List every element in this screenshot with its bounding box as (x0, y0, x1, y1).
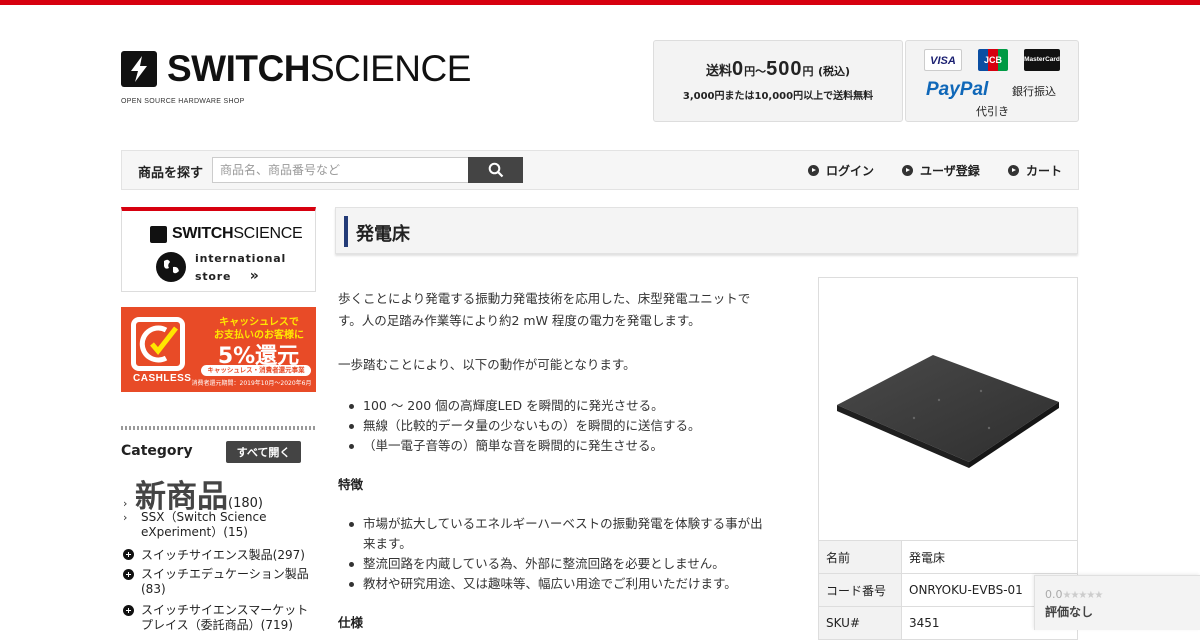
arrow-bullet-icon (1008, 165, 1019, 176)
cashless-campaign-banner[interactable]: CASHLESS キャッシュレスで お支払いのお客様に 5%還元 キャッシュレス… (121, 307, 316, 392)
site-logo[interactable]: SWITCHSCIENCE (121, 48, 471, 89)
lightning-logo-icon (121, 51, 157, 87)
page-title: 発電床 (356, 224, 410, 245)
search-icon (488, 162, 503, 178)
category-item-marketplace[interactable]: スイッチサイエンスマーケット プレイス（委託商品）(719) (123, 603, 308, 633)
arrow-bullet-icon (902, 165, 913, 176)
logo-tagline: OPEN SOURCE HARDWARE SHOP (121, 98, 245, 105)
bank-transfer-label: 銀行振込 (1012, 85, 1056, 98)
list-item: 市場が拡大しているエネルギーハーベストの振動発電を体験する事が出 来ます。 (349, 514, 783, 554)
search-nav-bar: 商品を探す ログイン ユーザ登録 カート (121, 150, 1079, 190)
intl-logo: SWITCHSCIENCE (150, 225, 303, 243)
visa-icon: VISA (924, 49, 962, 71)
product-description: 歩くことにより発電する振動力発電技術を応用した、床型発電ユニットで す。人の足踏… (338, 291, 751, 328)
cashless-period-note: 消費者還元期間：2019年10月〜2020年6月 (191, 380, 312, 387)
globe-icon (156, 252, 186, 282)
expand-all-button[interactable]: すべて開く (226, 441, 301, 463)
rating-widget[interactable]: 0.0★★★★★ 評価なし (1034, 575, 1200, 630)
paypal-icon: PayPal (926, 79, 989, 100)
category-item-ssx[interactable]: › SSX（Switch Science eXperiment）(15) (123, 510, 266, 540)
list-item: （単一電子音等の）簡単な音を瞬間的に発生させる。 (349, 436, 783, 456)
search-label: 商品を探す (138, 166, 204, 181)
double-chevron-icon: » (249, 268, 260, 284)
register-link[interactable]: ユーザ登録 (902, 162, 980, 179)
plus-circle-icon (123, 549, 134, 560)
mastercard-icon: MasterCard (1024, 49, 1060, 71)
shipping-info-box: 送料0円～500円 (税込) 3,000円または10,000円以上で送料無料 (653, 40, 903, 122)
international-store-banner[interactable]: SWITCHSCIENCE international store » (121, 207, 316, 292)
cashless-program-pill: キャッシュレス・消費者還元事業 (201, 365, 311, 376)
category-item-switch-education[interactable]: スイッチエデュケーション製品 (83) (123, 567, 309, 597)
cashless-check-icon (131, 317, 185, 371)
list-item: 整流回路を内蔵している為、外部に整流回路を必要としません。 (349, 554, 783, 574)
plus-circle-icon (123, 605, 134, 616)
plus-circle-icon (123, 569, 134, 580)
list-item: 教材や研究用途、又は趣味等、幅広い用途でご利用いただけます。 (349, 574, 783, 594)
power-floor-image (837, 355, 1059, 468)
intl-line-1: international (195, 252, 287, 265)
divider (121, 426, 316, 430)
category-title: Category (121, 443, 193, 459)
jcb-icon: JCB (978, 49, 1008, 71)
rating-score: 0.0★★★★★ (1045, 588, 1104, 601)
rating-label: 評価なし (1045, 605, 1094, 619)
intl-line-2: store » (195, 268, 260, 284)
login-link[interactable]: ログイン (808, 162, 874, 179)
product-description-2: 一歩踏むことにより、以下の動作が可能となります。 (338, 357, 636, 372)
list-item: 100 ～ 200 個の高輝度LED を瞬間的に発光させる。 (349, 396, 783, 416)
logo-wordmark: SWITCHSCIENCE (167, 48, 471, 89)
payment-methods-box: VISA JCB MasterCard PayPal 銀行振込 代引き (905, 40, 1079, 122)
spec-heading: 仕様 (338, 615, 364, 630)
top-accent-bar (0, 0, 1200, 5)
product-image[interactable] (818, 277, 1078, 541)
search-button[interactable] (468, 157, 523, 183)
star-rating-icon: ★★★★★ (1062, 590, 1104, 601)
title-accent (344, 216, 348, 247)
search-input[interactable] (212, 157, 469, 183)
shipping-price-line: 送料0円～500円 (税込) (705, 58, 851, 80)
chevron-right-icon: › (123, 511, 128, 524)
product-title-bar: 発電床 (335, 207, 1078, 254)
list-item: 無線（比較的データ量の少ないもの）を瞬間的に送信する。 (349, 416, 783, 436)
table-row: 名前 発電床 (818, 540, 1078, 574)
category-item-switch-science[interactable]: スイッチサイエンス製品(297) (123, 546, 305, 563)
cash-on-delivery-label: 代引き (976, 105, 1009, 118)
features-heading: 特徴 (338, 477, 364, 492)
arrow-bullet-icon (808, 165, 819, 176)
cart-link[interactable]: カート (1008, 162, 1062, 179)
lightning-logo-icon (150, 225, 167, 243)
cashless-word: CASHLESS (133, 373, 192, 384)
free-shipping-note: 3,000円または10,000円以上で送料無料 (682, 91, 874, 102)
chevron-right-icon: › (123, 497, 128, 510)
